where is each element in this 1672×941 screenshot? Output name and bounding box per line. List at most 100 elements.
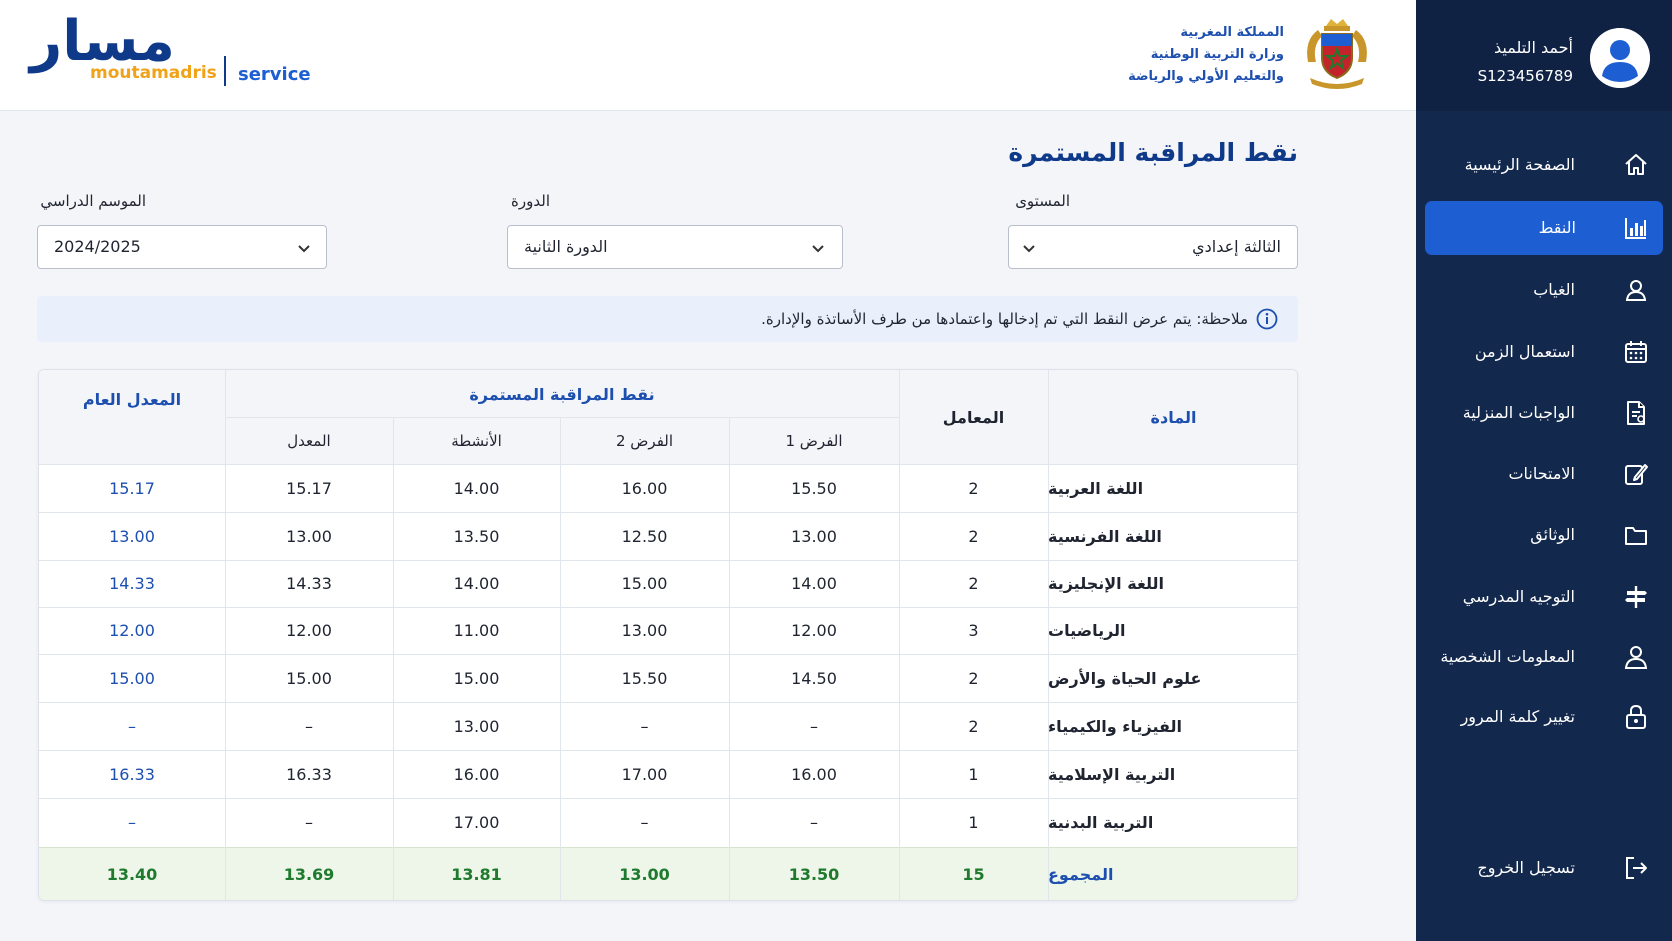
table-row-activities: 14.00 — [453, 478, 500, 498]
sidebar-label-guidance: التوجيه المدرسي — [1462, 587, 1575, 606]
profile-id: S123456789 — [1477, 67, 1573, 85]
table-row-coef: 2 — [968, 526, 979, 546]
header-general-avg: المعدل العام — [82, 389, 182, 409]
header-avg: المعدل — [287, 432, 331, 450]
table-row-test2: – — [640, 813, 649, 832]
level-select-value: الثالثة إعدادي — [1192, 237, 1281, 256]
sidebar-label-homework: الواجبات المنزلية — [1462, 403, 1575, 422]
table-row-test2: 15.00 — [621, 574, 668, 593]
sidebar-item-homework[interactable]: الواجبات المنزلية — [1425, 386, 1663, 440]
header-divider — [225, 417, 899, 418]
chevron-down-icon — [1021, 240, 1037, 256]
table-row-general: 14.33 — [109, 574, 155, 593]
table-row-coef: 2 — [968, 478, 979, 498]
table-row-test1: 15.50 — [791, 478, 837, 498]
user-avatar-icon[interactable] — [1590, 28, 1650, 88]
level-label: المستوى — [1015, 192, 1070, 210]
level-select[interactable]: الثالثة إعدادي — [1008, 225, 1298, 269]
info-note-text: ملاحظة: يتم عرض النقط التي تم إدخالها وا… — [761, 310, 1248, 328]
header-continuous: نقط المراقبة المستمرة — [469, 384, 655, 404]
total-test2: 13.00 — [619, 865, 670, 884]
sidebar-label-timetable: استعمال الزمن — [1474, 342, 1575, 361]
ministry-line-2: وزارة التربية الوطنية — [1150, 47, 1284, 62]
term-select-value: الدورة الثانية — [524, 237, 608, 256]
table-row-general: 13.00 — [109, 526, 155, 546]
folder-icon — [1623, 522, 1649, 548]
table-row-test1: 12.00 — [791, 621, 837, 640]
season-select-value: 2024/2025 — [54, 237, 141, 256]
table-row-activities: 17.00 — [453, 813, 500, 832]
grades-table: المادة المعامل نقط المراقبة المستمرة الم… — [38, 369, 1298, 901]
sidebar-item-guidance[interactable]: التوجيه المدرسي — [1425, 570, 1663, 624]
table-row-general: 12.00 — [109, 621, 155, 640]
sidebar-item-absence[interactable]: الغياب — [1425, 263, 1663, 317]
table-row-activities: 15.00 — [453, 668, 500, 688]
season-select[interactable]: 2024/2025 — [37, 225, 327, 269]
chevron-down-icon — [810, 240, 826, 256]
table-row-general: – — [128, 813, 136, 832]
document-icon — [1623, 400, 1649, 426]
table-row-general: 15.17 — [109, 478, 155, 498]
home-icon — [1623, 152, 1649, 178]
sidebar-label-exams: الامتحانات — [1508, 464, 1575, 483]
season-label: الموسم الدراسي — [40, 192, 146, 210]
logout-label: تسجيل الخروج — [1477, 858, 1575, 877]
sidebar-item-change-password[interactable]: تغيير كلمة المرور — [1425, 690, 1663, 744]
table-row-test2: 15.50 — [621, 668, 668, 688]
column-divider — [225, 847, 226, 900]
table-row-coef: 2 — [968, 574, 979, 593]
sidebar-label-change-password: تغيير كلمة المرور — [1460, 707, 1575, 726]
table-row-activities: 14.00 — [453, 574, 500, 593]
profile-name: أحمد التلميذ — [1494, 38, 1573, 57]
term-select[interactable]: الدورة الثانية — [507, 225, 843, 269]
sidebar-item-timetable[interactable]: استعمال الزمن — [1425, 325, 1663, 379]
info-icon — [1256, 308, 1278, 330]
table-row-test1: 14.00 — [791, 574, 837, 593]
sidebar-item-exams[interactable]: الامتحانات — [1425, 447, 1663, 501]
total-coef: 15 — [962, 865, 985, 884]
person-icon — [1623, 644, 1649, 670]
user-icon — [1623, 277, 1649, 303]
table-row-activities: 11.00 — [453, 621, 500, 640]
page-title: نقط المراقبة المستمرة — [1008, 138, 1298, 167]
header-activities: الأنشطة — [451, 432, 502, 450]
table-row-avg: 15.17 — [286, 478, 332, 498]
logo-service: service — [238, 64, 311, 85]
table-row-avg: 15.00 — [286, 668, 332, 688]
table-row-subject: التربية البدنية — [1048, 813, 1154, 832]
calendar-icon — [1623, 339, 1649, 365]
sidebar-label-home: الصفحة الرئيسية — [1464, 155, 1575, 174]
table-row-test2: 12.50 — [621, 526, 668, 546]
table-row-general: – — [128, 716, 136, 736]
header-coef: المعامل — [942, 407, 1005, 427]
table-row-avg: 12.00 — [286, 621, 332, 640]
signpost-icon — [1623, 584, 1649, 610]
ministry-line-1: المملكة المغربية — [1180, 25, 1284, 40]
profile-panel: أحمد التلميذ S123456789 — [1416, 0, 1672, 111]
sidebar-item-documents[interactable]: الوثائق — [1425, 508, 1663, 562]
sidebar-item-home[interactable]: الصفحة الرئيسية — [1425, 138, 1663, 192]
column-divider — [729, 847, 730, 900]
table-row-avg: – — [305, 716, 313, 736]
logo-divider — [224, 56, 226, 86]
royal-emblem-icon — [1300, 16, 1374, 92]
table-row-test1: 16.00 — [791, 764, 837, 784]
sidebar-label-personal-info: المعلومات الشخصية — [1440, 647, 1575, 666]
logo-moutamadris: moutamadris — [90, 63, 217, 83]
table-row-coef: 1 — [968, 764, 979, 784]
sidebar: أحمد التلميذ S123456789 الصفحة الرئيسية … — [1416, 0, 1672, 941]
edit-icon — [1623, 461, 1649, 487]
sidebar-item-personal-info[interactable]: المعلومات الشخصية — [1425, 630, 1663, 684]
sidebar-label-grades: النقط — [1538, 218, 1576, 237]
table-row-test2: – — [640, 716, 649, 736]
table-row-activities: 13.50 — [453, 526, 500, 546]
table-row-test2: 17.00 — [621, 764, 668, 784]
table-row-subject: التربية الإسلامية — [1048, 764, 1176, 784]
logout-button[interactable]: تسجيل الخروج — [1425, 841, 1663, 895]
table-row-subject: الرياضيات — [1048, 621, 1126, 640]
total-general: 13.40 — [106, 865, 158, 884]
sidebar-item-grades[interactable]: النقط — [1425, 201, 1663, 255]
column-divider — [899, 847, 900, 900]
table-row-subject: اللغة الإنجليزية — [1048, 574, 1164, 593]
table-row-subject: علوم الحياة والأرض — [1048, 668, 1202, 688]
